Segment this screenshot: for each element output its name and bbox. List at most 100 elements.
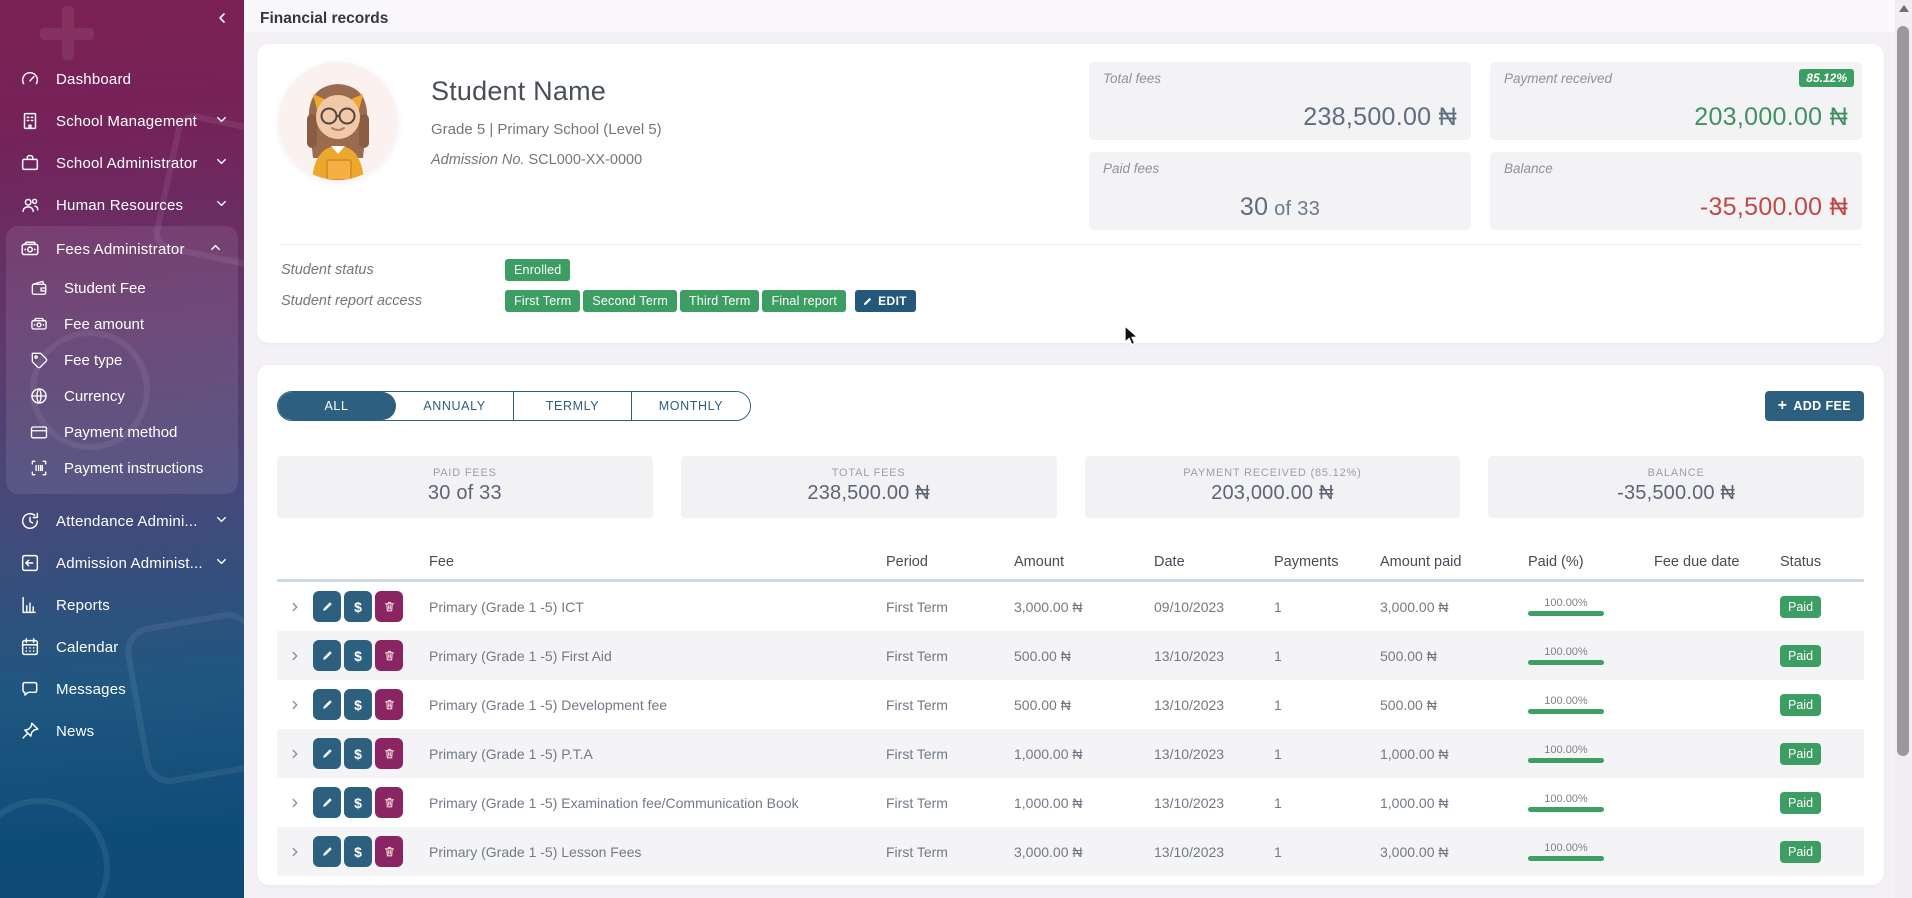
summary-paid-fees: PAID FEES 30 of 33 (277, 456, 653, 518)
barcode-icon (28, 457, 50, 479)
edit-fee-button[interactable] (313, 787, 341, 818)
sidebar-item-label: Human Resources (56, 197, 214, 214)
topbar: Financial records (244, 0, 1912, 32)
sidebar-item-messages[interactable]: Messages (0, 668, 244, 710)
scrollbar-thumb[interactable] (1897, 26, 1909, 756)
chevron-right-icon (288, 845, 302, 859)
sidebar-item-payment-method[interactable]: Payment method (6, 414, 238, 450)
edit-fee-button[interactable] (313, 640, 341, 671)
sidebar-item-label: Fee type (64, 352, 122, 369)
tab-annualy[interactable]: ANNUALY (396, 392, 514, 420)
tag-icon (28, 349, 50, 371)
edit-fee-button[interactable] (313, 738, 341, 769)
student-admission: Admission No. SCL000-XX-0000 (431, 152, 662, 168)
briefcase-icon (18, 151, 42, 175)
page-title: Financial records (260, 10, 388, 27)
delete-fee-button[interactable] (375, 836, 403, 867)
sidebar-item-currency[interactable]: Currency (6, 378, 238, 414)
chevron-right-icon (288, 649, 302, 663)
summary-total-fees: TOTAL FEES 238,500.00 ₦ (681, 456, 1057, 518)
sidebar-item-news[interactable]: News (0, 710, 244, 752)
fees-table: Fee Period Amount Date Payments Amount p… (277, 544, 1864, 876)
sidebar-item-dashboard[interactable]: Dashboard (0, 58, 244, 100)
delete-fee-button[interactable] (375, 787, 403, 818)
trash-icon (383, 845, 396, 858)
scrollbar-up-arrow[interactable] (1899, 5, 1909, 12)
col-date: Date (1154, 554, 1274, 570)
sidebar-item-attendance-administration[interactable]: Attendance Admini... (0, 500, 244, 542)
stat-value: 203,000.00 ₦ (1694, 103, 1848, 132)
paid-progress-bar (1528, 856, 1604, 861)
table-row: $ Primary (Grade 1 -5) Development fee F… (277, 680, 1864, 729)
sidebar: Dashboard School Management School Admin… (0, 0, 244, 898)
cash-icon (18, 237, 42, 261)
report-access-label: Student report access (281, 293, 505, 309)
sidebar-item-fee-amount[interactable]: Fee amount (6, 306, 238, 342)
sidebar-item-human-resources[interactable]: Human Resources (0, 184, 244, 226)
paid-progress-bar (1528, 660, 1604, 665)
sidebar-item-calendar[interactable]: Calendar (0, 626, 244, 668)
tab-monthly[interactable]: MONTHLY (632, 392, 750, 420)
pay-fee-button[interactable]: $ (344, 738, 372, 769)
row-expander[interactable] (277, 649, 313, 663)
edit-report-access-button[interactable]: EDIT (855, 290, 916, 312)
vertical-scrollbar[interactable] (1895, 0, 1912, 898)
admission-value: SCL000-XX-0000 (529, 152, 643, 168)
dashboard-icon (18, 67, 42, 91)
stat-payment-received: Payment received 85.12% 203,000.00 ₦ (1490, 62, 1862, 140)
sidebar-item-admission-administration[interactable]: Admission Administ... (0, 542, 244, 584)
stat-label: Payment received (1504, 71, 1848, 86)
trash-icon (383, 698, 396, 711)
student-status-section: Student status Enrolled Student report a… (279, 244, 1862, 333)
row-expander[interactable] (277, 698, 313, 712)
dollar-icon: $ (354, 746, 362, 762)
sidebar-item-fees-administrator[interactable]: Fees Administrator (6, 228, 238, 270)
status-badge: Paid (1780, 841, 1821, 863)
sidebar-item-reports[interactable]: Reports (0, 584, 244, 626)
trash-icon (383, 747, 396, 760)
pay-fee-button[interactable]: $ (344, 836, 372, 867)
delete-fee-button[interactable] (375, 738, 403, 769)
term-badge: Final report (762, 290, 846, 312)
edit-fee-button[interactable] (313, 591, 341, 622)
row-expander[interactable] (277, 796, 313, 810)
edit-fee-button[interactable] (313, 689, 341, 720)
pay-fee-button[interactable]: $ (344, 640, 372, 671)
pushpin-icon (18, 719, 42, 743)
row-expander[interactable] (277, 600, 313, 614)
delete-fee-button[interactable] (375, 640, 403, 671)
add-fee-button[interactable]: + ADD FEE (1765, 391, 1864, 421)
student-card: Student Name Grade 5 | Primary School (L… (257, 44, 1884, 343)
edit-fee-button[interactable] (313, 836, 341, 867)
tab-all[interactable]: ALL (278, 392, 396, 420)
term-badge: Second Term (583, 290, 677, 312)
sidebar-item-school-management[interactable]: School Management (0, 100, 244, 142)
tab-termly[interactable]: TERMLY (514, 392, 632, 420)
sidebar-item-fee-type[interactable]: Fee type (6, 342, 238, 378)
pay-fee-button[interactable]: $ (344, 787, 372, 818)
sidebar-item-label: Messages (56, 681, 230, 698)
stat-balance: Balance -35,500.00 ₦ (1490, 152, 1862, 230)
dollar-icon: $ (354, 648, 362, 664)
paid-progress-bar (1528, 709, 1604, 714)
row-expander[interactable] (277, 845, 313, 859)
chevron-down-icon (214, 154, 230, 173)
clock-refresh-icon (18, 509, 42, 533)
pay-fee-button[interactable]: $ (344, 591, 372, 622)
pencil-icon (862, 296, 873, 307)
stat-label: Total fees (1103, 71, 1457, 86)
delete-fee-button[interactable] (375, 689, 403, 720)
pay-fee-button[interactable]: $ (344, 689, 372, 720)
globe-icon (28, 385, 50, 407)
col-paid-pct: Paid (%) (1528, 554, 1654, 570)
col-amount: Amount (1014, 554, 1154, 570)
sidebar-item-school-administrator[interactable]: School Administrator (0, 142, 244, 184)
row-expander[interactable] (277, 747, 313, 761)
sidebar-item-student-fee[interactable]: Student Fee (6, 270, 238, 306)
sidebar-item-payment-instructions[interactable]: Payment instructions (6, 450, 238, 486)
stat-value: -35,500.00 ₦ (1700, 193, 1848, 222)
pencil-icon (321, 796, 334, 809)
delete-fee-button[interactable] (375, 591, 403, 622)
term-badge: Third Term (680, 290, 760, 312)
sidebar-item-label: Payment instructions (64, 460, 203, 477)
